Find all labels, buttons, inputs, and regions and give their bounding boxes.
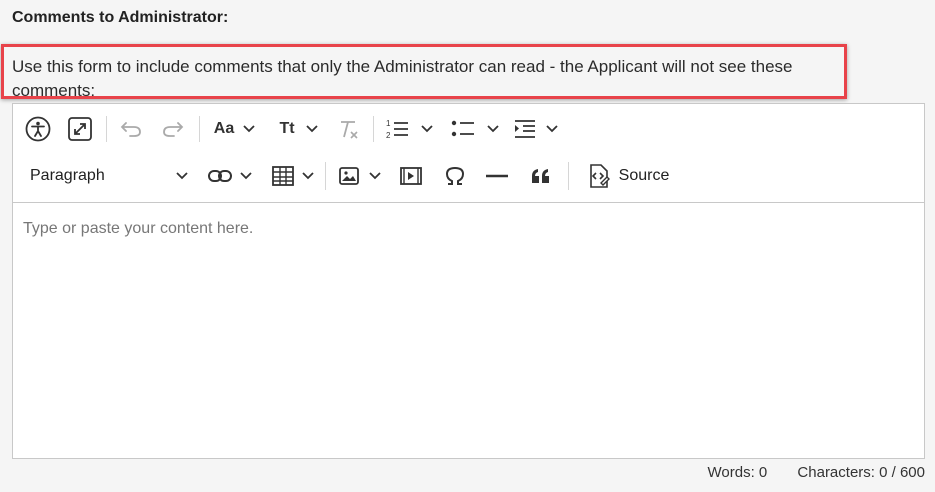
rich-text-editor: Aa Tt 1 2 Paragraph Source Type or paste… — [12, 103, 925, 459]
chevron-down-icon — [176, 172, 188, 180]
editor-footer: Words: 0 Characters: 0 / 600 — [682, 464, 926, 481]
chevron-down-icon — [369, 172, 381, 180]
horizontal-line-button[interactable] — [483, 163, 511, 189]
table-dropdown[interactable] — [269, 163, 317, 189]
chevron-down-icon — [305, 125, 318, 133]
remove-format-button[interactable] — [335, 116, 363, 142]
toolbar-separator — [373, 116, 374, 142]
media-icon — [400, 167, 422, 185]
link-icon — [208, 170, 232, 182]
remove-format-icon — [341, 121, 358, 139]
table-icon — [272, 166, 294, 186]
character-count: Characters: 0 / 600 — [797, 464, 925, 481]
accessibility-button[interactable] — [23, 114, 53, 144]
accessibility-icon — [25, 116, 51, 142]
toolbar-separator — [199, 116, 200, 142]
editor-toolbar: Aa Tt 1 2 Paragraph Source — [13, 104, 924, 203]
chevron-down-icon — [240, 172, 252, 180]
media-button[interactable] — [397, 163, 425, 189]
section-heading: Comments to Administrator: — [12, 9, 229, 26]
bulleted-list-dropdown[interactable] — [447, 116, 503, 142]
horizontal-line-icon — [486, 174, 508, 178]
font-size-icon: Tt — [279, 120, 295, 137]
heading-select-value: Paragraph — [30, 167, 105, 184]
special-characters-button[interactable] — [441, 163, 469, 189]
font-family-dropdown[interactable]: Aa — [209, 116, 261, 142]
fullscreen-button[interactable] — [65, 114, 95, 144]
chevron-down-icon — [243, 125, 255, 133]
numbered-list-dropdown[interactable]: 1 2 — [381, 116, 437, 142]
bulleted-list-icon — [451, 120, 474, 137]
chevron-down-icon — [302, 172, 314, 180]
indent-icon — [515, 120, 535, 138]
chevron-down-icon — [487, 125, 499, 133]
toolbar-separator — [568, 162, 569, 190]
image-dropdown[interactable] — [335, 163, 385, 189]
font-size-dropdown[interactable]: Tt — [275, 116, 323, 142]
redo-icon — [163, 122, 184, 137]
numbered-list-icon: 1 2 — [386, 119, 408, 140]
indent-dropdown[interactable] — [511, 116, 561, 142]
heading-select[interactable]: Paragraph — [23, 163, 189, 189]
image-icon — [339, 167, 359, 185]
source-label: Source — [618, 167, 670, 184]
undo-icon — [120, 122, 141, 137]
instructions-text: Use this form to include comments that o… — [12, 57, 793, 100]
fullscreen-icon — [68, 117, 92, 141]
special-characters-icon — [445, 166, 465, 185]
toolbar-separator — [325, 162, 326, 190]
link-dropdown[interactable] — [205, 163, 255, 189]
svg-text:1: 1 — [386, 119, 391, 128]
word-count: Words: 0 — [707, 464, 768, 481]
source-icon — [589, 164, 610, 188]
chevron-down-icon — [546, 125, 558, 133]
editor-placeholder: Type or paste your content here. — [23, 220, 254, 237]
toolbar-separator — [106, 116, 107, 142]
font-family-icon: Aa — [213, 120, 235, 137]
svg-text:2: 2 — [386, 131, 391, 140]
editor-content-area[interactable]: Type or paste your content here. — [23, 220, 253, 238]
undo-button[interactable] — [117, 116, 145, 142]
chevron-down-icon — [421, 125, 433, 133]
source-button[interactable]: Source — [581, 162, 673, 190]
blockquote-button[interactable] — [527, 163, 555, 189]
redo-button[interactable] — [159, 116, 187, 142]
blockquote-icon — [532, 169, 549, 183]
